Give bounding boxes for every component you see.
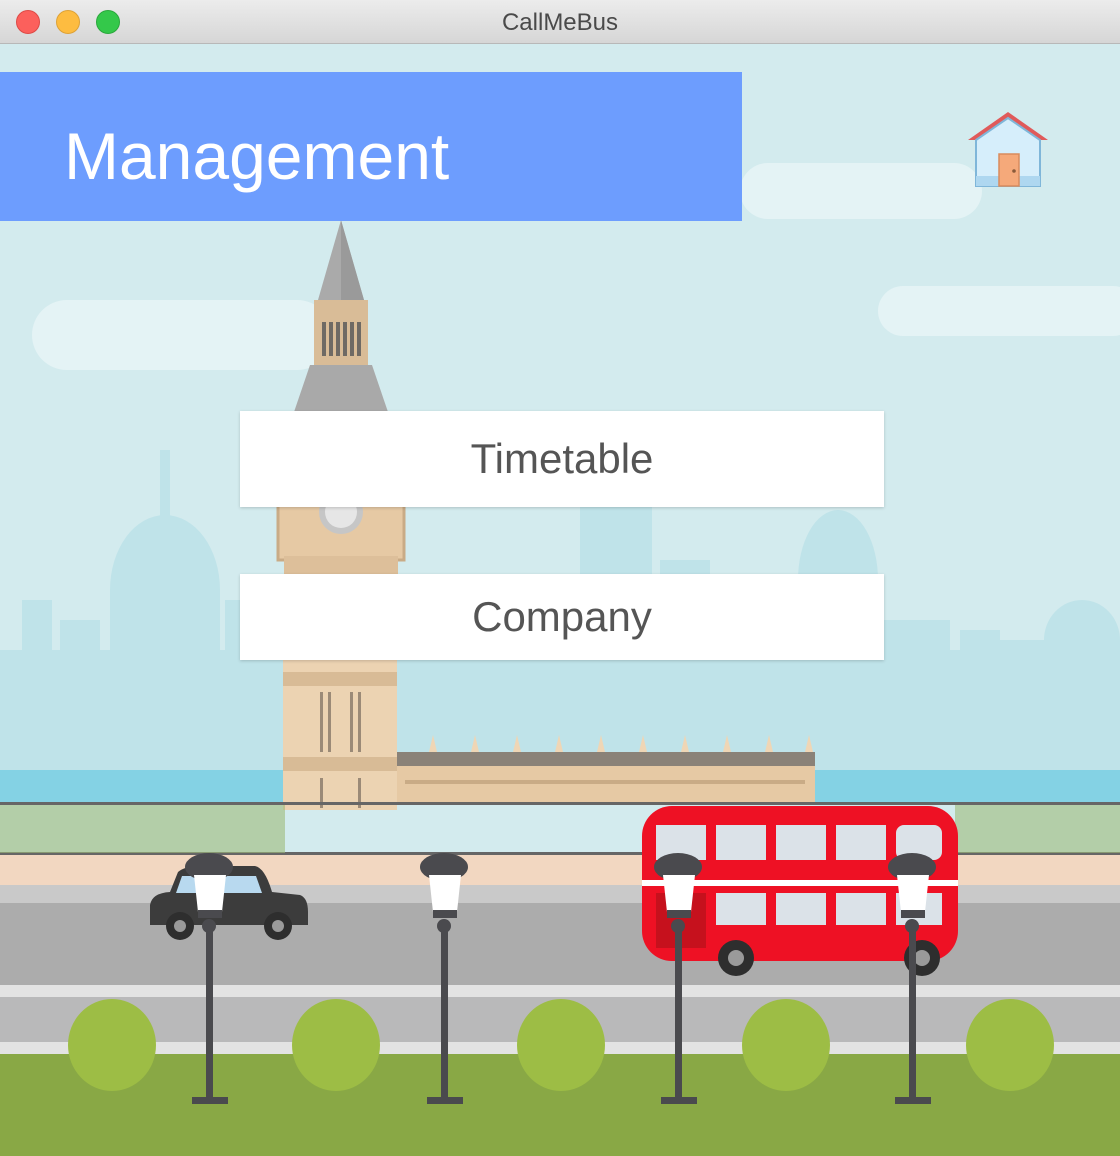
home-icon	[968, 112, 1048, 187]
timetable-button[interactable]: Timetable	[240, 411, 884, 507]
home-button[interactable]	[962, 104, 1054, 196]
window-title: CallMeBus	[501, 9, 619, 36]
cloud	[878, 286, 1120, 336]
cloud	[740, 163, 982, 219]
window-titlebar: CallMeBus	[0, 0, 1120, 44]
cloud	[32, 300, 332, 370]
page-title: Management	[64, 119, 450, 193]
company-button[interactable]: Company	[240, 574, 884, 660]
